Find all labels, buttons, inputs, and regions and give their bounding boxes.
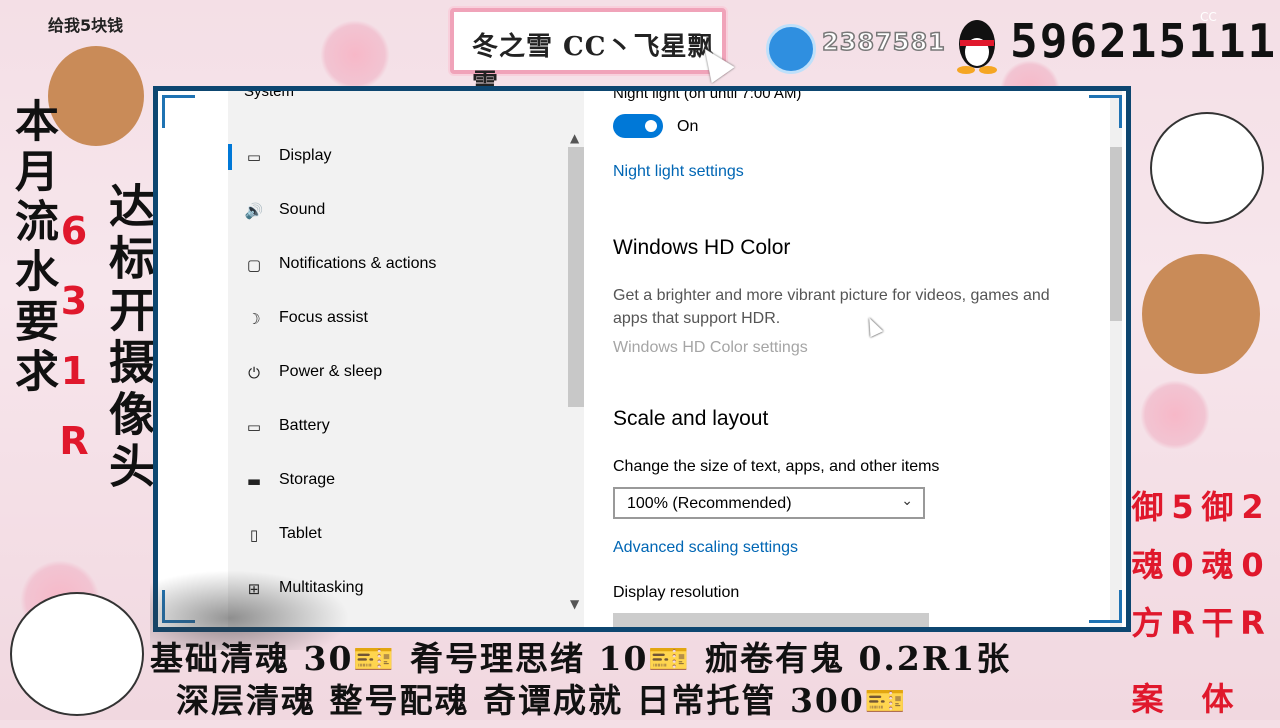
- content-scrollbar-thumb[interactable]: [1110, 147, 1122, 321]
- night-light-settings-link[interactable]: Night light settings: [613, 163, 744, 181]
- nav-item-tablet[interactable]: ▯ Tablet: [228, 509, 568, 563]
- nav-item-label: Tablet: [279, 525, 322, 542]
- scroll-down-icon[interactable]: ▼: [570, 597, 579, 611]
- speaker-icon: 🔊: [244, 202, 264, 220]
- red-digit: 1: [60, 349, 88, 393]
- grid-char: 0: [1171, 546, 1194, 584]
- nav-item-label: Storage: [279, 471, 336, 488]
- red-digit: R: [59, 419, 89, 463]
- grid-char: 魂: [1201, 546, 1234, 584]
- corner-ornament: [162, 95, 195, 128]
- nav-item-label: Display: [279, 147, 332, 164]
- chevron-down-icon: ⌄: [901, 493, 913, 509]
- nav-item-focus-assist[interactable]: ☽ Focus assist: [228, 293, 568, 347]
- cc-id: 2387581: [821, 27, 946, 57]
- grid-char: R: [1170, 604, 1195, 642]
- hd-color-desc-2: apps that support HDR.: [613, 310, 781, 327]
- display-resolution-label: Display resolution: [613, 584, 740, 601]
- left-red-column: 6 3 1 R: [54, 196, 94, 476]
- grid-char: 干: [1201, 604, 1234, 642]
- moon-icon: ☽: [247, 310, 261, 328]
- corner-ornament: [1089, 95, 1122, 128]
- panda-sticker: [1150, 112, 1264, 224]
- advanced-scaling-link[interactable]: Advanced scaling settings: [613, 539, 798, 557]
- panda-sticker: [10, 592, 144, 716]
- grid-char: R: [1240, 604, 1265, 642]
- resolution-dropdown[interactable]: [613, 613, 929, 627]
- grid-char: [1165, 652, 1200, 710]
- grid-char: 2: [1241, 488, 1264, 526]
- tip-text: 给我5块钱: [48, 16, 124, 35]
- grid-char: 5: [1171, 488, 1194, 526]
- nav-item-sound[interactable]: 🔊 Sound: [228, 185, 568, 239]
- hd-color-title: Windows HD Color: [613, 236, 791, 259]
- ticker-line-1: 基础清魂 30🎫 肴号理思绪 10🎫 痂卷有鬼 0.2R1张: [150, 639, 1012, 678]
- section-title: System: [244, 91, 295, 100]
- night-light-header: Night light (on until 7:00 AM): [613, 91, 802, 102]
- grid-char: 体: [1201, 680, 1234, 718]
- qq-number: 596215111: [1010, 14, 1278, 68]
- night-light-state: On: [677, 118, 699, 135]
- nav-item-label: Focus assist: [279, 309, 368, 326]
- nav-item-label: Notifications & actions: [279, 255, 437, 272]
- hd-color-settings-link[interactable]: Windows HD Color settings: [613, 339, 808, 357]
- cc-logo-icon: [766, 24, 816, 74]
- message-icon: ▢: [246, 256, 262, 274]
- cc-watermark: CC: [1200, 10, 1217, 24]
- grid-char: 案: [1131, 680, 1164, 718]
- qq-penguin-icon: [957, 20, 997, 74]
- streamer-nameplate: 冬之雪 CC丶飞星飘雪: [450, 8, 726, 99]
- nav-item-display[interactable]: ▭ Display: [228, 131, 568, 185]
- grid-char: [1235, 652, 1270, 710]
- grid-char: 魂: [1131, 546, 1164, 584]
- scale-label: Change the size of text, apps, and other…: [613, 458, 940, 475]
- scale-dropdown[interactable]: 100% (Recommended) ⌄: [613, 487, 925, 519]
- scroll-up-icon[interactable]: ▲: [570, 131, 579, 145]
- grid-char: 御: [1131, 488, 1164, 526]
- nav-item-notifications[interactable]: ▢ Notifications & actions: [228, 239, 568, 293]
- grid-char: 方: [1131, 604, 1164, 642]
- right-red-grid: 御 5 御 2魂 0 魂 0方 R 干 R案体: [1130, 478, 1280, 728]
- nav-scrollbar[interactable]: [568, 147, 584, 407]
- monitor-icon: ▭: [246, 148, 262, 166]
- grid-char: 御: [1201, 488, 1234, 526]
- blossom-decoration: [320, 20, 390, 90]
- settings-window: System ▭ Display 🔊 Sound ▢ Notifications…: [158, 91, 1126, 627]
- night-light-toggle[interactable]: [613, 114, 663, 138]
- bear-sticker: [1142, 254, 1260, 374]
- corner-ornament: [1089, 590, 1122, 623]
- window-left-margin: [158, 91, 228, 627]
- nav-item-battery[interactable]: ▭ Battery: [228, 401, 568, 455]
- power-icon: ⏻: [248, 364, 260, 382]
- red-digit: 3: [60, 279, 88, 323]
- nav-item-power-sleep[interactable]: ⏻ Power & sleep: [228, 347, 568, 401]
- red-digit: 6: [60, 209, 88, 253]
- nav-item-storage[interactable]: ▬ Storage: [228, 455, 568, 509]
- nav-item-label: Battery: [279, 417, 330, 434]
- scale-layout-title: Scale and layout: [613, 407, 769, 430]
- blossom-decoration: [1140, 380, 1210, 450]
- battery-icon: ▭: [246, 418, 262, 436]
- scale-dropdown-value: 100% (Recommended): [627, 495, 792, 512]
- tablet-icon: ▯: [249, 526, 259, 544]
- nav-item-label: Sound: [279, 201, 326, 218]
- ticker-line-2: 深层清魂 整号配魂 奇谭成就 日常托管 300🎫: [176, 681, 908, 720]
- hd-color-desc-1: Get a brighter and more vibrant picture …: [613, 287, 1050, 304]
- grid-char: 0: [1241, 546, 1264, 584]
- nav-item-label: Power & sleep: [279, 363, 383, 380]
- storage-icon: ▬: [246, 472, 262, 490]
